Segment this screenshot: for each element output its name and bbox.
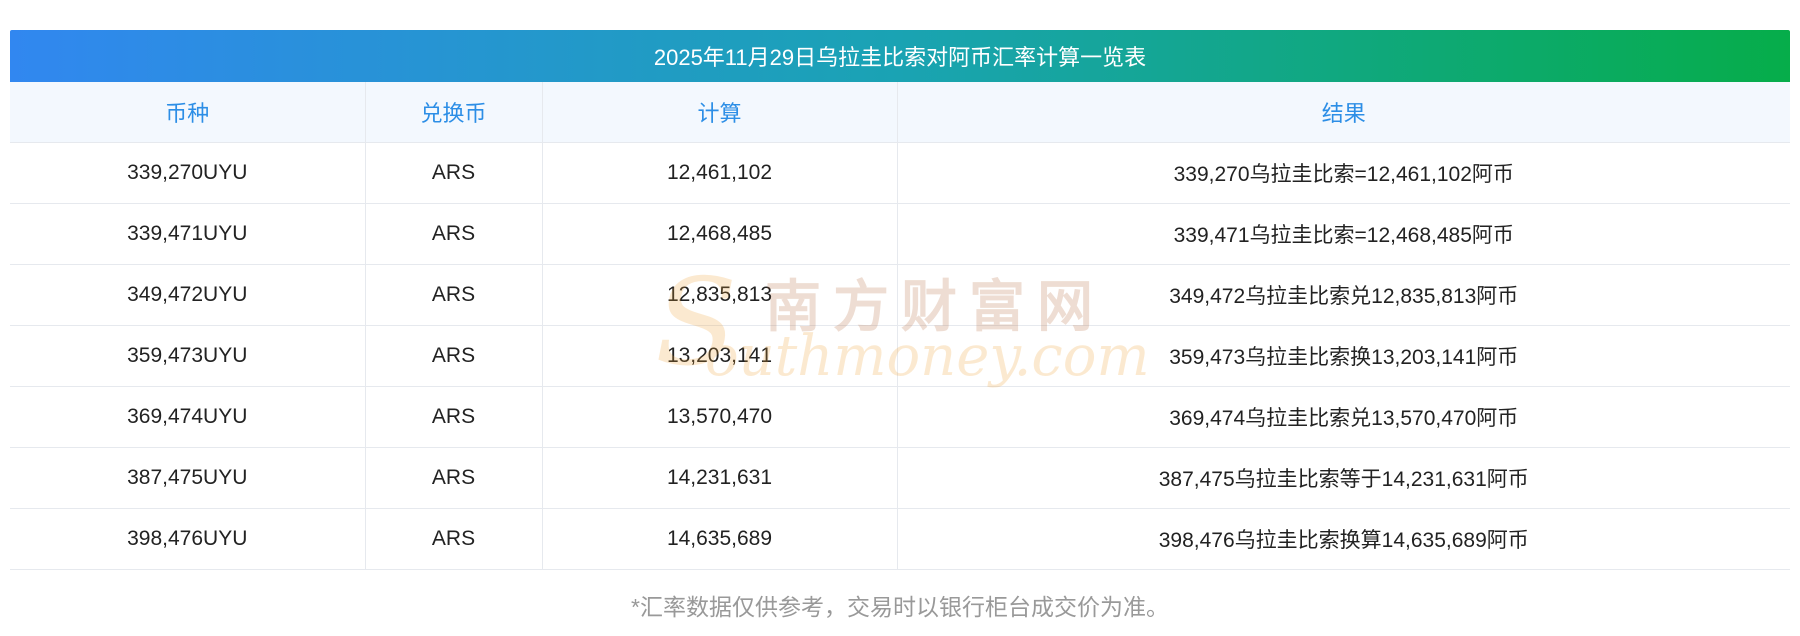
disclaimer-footnote: *汇率数据仅供参考，交易时以银行柜台成交价为准。 bbox=[631, 594, 1169, 620]
cell-calculation: 14,231,631 bbox=[542, 447, 898, 509]
table-row: 398,476UYU ARS 14,635,689 398,476乌拉圭比索换算… bbox=[10, 508, 1790, 570]
header-result: 结果 bbox=[897, 82, 1790, 143]
exchange-rate-table: 币种 兑换币 计算 结果 339,270UYU ARS 12,461,102 3… bbox=[10, 82, 1790, 570]
header-calculation: 计算 bbox=[542, 82, 898, 143]
cell-result: 369,474乌拉圭比索兑13,570,470阿币 bbox=[897, 386, 1790, 448]
cell-currency: 369,474UYU bbox=[10, 386, 366, 448]
cell-currency: 339,471UYU bbox=[10, 203, 366, 265]
exchange-rate-table-container: 2025年11月29日乌拉圭比索对阿币汇率计算一览表 币种 兑换币 计算 结果 … bbox=[10, 30, 1790, 570]
table-row: 369,474UYU ARS 13,570,470 369,474乌拉圭比索兑1… bbox=[10, 386, 1790, 448]
cell-result: 359,473乌拉圭比索换13,203,141阿币 bbox=[897, 325, 1790, 387]
cell-result: 339,471乌拉圭比索=12,468,485阿币 bbox=[897, 203, 1790, 265]
cell-calculation: 12,461,102 bbox=[542, 142, 898, 204]
cell-result: 349,472乌拉圭比索兑12,835,813阿币 bbox=[897, 264, 1790, 326]
table-row: 349,472UYU ARS 12,835,813 349,472乌拉圭比索兑1… bbox=[10, 264, 1790, 326]
cell-calculation: 14,635,689 bbox=[542, 508, 898, 570]
cell-target-currency: ARS bbox=[365, 142, 543, 204]
cell-currency: 398,476UYU bbox=[10, 508, 366, 570]
cell-target-currency: ARS bbox=[365, 508, 543, 570]
cell-result: 339,270乌拉圭比索=12,461,102阿币 bbox=[897, 142, 1790, 204]
cell-currency: 349,472UYU bbox=[10, 264, 366, 326]
table-row: 339,471UYU ARS 12,468,485 339,471乌拉圭比索=1… bbox=[10, 203, 1790, 265]
header-currency: 币种 bbox=[10, 82, 366, 143]
cell-target-currency: ARS bbox=[365, 203, 543, 265]
cell-target-currency: ARS bbox=[365, 386, 543, 448]
cell-currency: 359,473UYU bbox=[10, 325, 366, 387]
cell-calculation: 13,203,141 bbox=[542, 325, 898, 387]
table-row: 359,473UYU ARS 13,203,141 359,473乌拉圭比索换1… bbox=[10, 325, 1790, 387]
table-title: 2025年11月29日乌拉圭比索对阿币汇率计算一览表 bbox=[10, 30, 1790, 82]
header-target-currency: 兑换币 bbox=[365, 82, 543, 143]
table-row: 339,270UYU ARS 12,461,102 339,270乌拉圭比索=1… bbox=[10, 142, 1790, 204]
cell-calculation: 12,835,813 bbox=[542, 264, 898, 326]
cell-result: 387,475乌拉圭比索等于14,231,631阿币 bbox=[897, 447, 1790, 509]
cell-currency: 339,270UYU bbox=[10, 142, 366, 204]
cell-target-currency: ARS bbox=[365, 447, 543, 509]
cell-calculation: 13,570,470 bbox=[542, 386, 898, 448]
cell-target-currency: ARS bbox=[365, 264, 543, 326]
cell-result: 398,476乌拉圭比索换算14,635,689阿币 bbox=[897, 508, 1790, 570]
table-row: 387,475UYU ARS 14,231,631 387,475乌拉圭比索等于… bbox=[10, 447, 1790, 509]
cell-target-currency: ARS bbox=[365, 325, 543, 387]
cell-calculation: 12,468,485 bbox=[542, 203, 898, 265]
table-header-row: 币种 兑换币 计算 结果 bbox=[10, 82, 1790, 143]
cell-currency: 387,475UYU bbox=[10, 447, 366, 509]
page: 2025年11月29日乌拉圭比索对阿币汇率计算一览表 币种 兑换币 计算 结果 … bbox=[0, 0, 1800, 636]
